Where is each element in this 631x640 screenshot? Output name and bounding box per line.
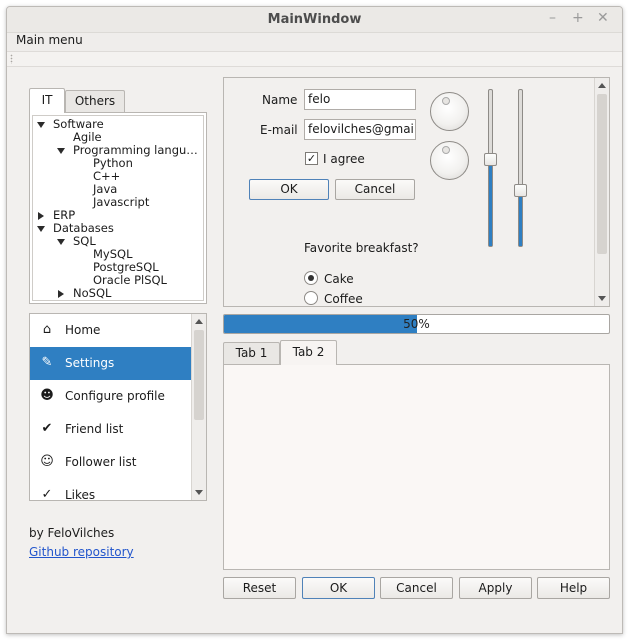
agree-label: I agree [323,152,365,166]
reset-button[interactable]: Reset [223,577,296,599]
tab-2-page [223,364,610,570]
maximize-button[interactable]: + [572,10,584,26]
tab-others[interactable]: Others [65,90,125,112]
cancel-button[interactable]: Cancel [380,577,453,599]
window-title: MainWindow [267,12,362,27]
expand-arrow-icon[interactable] [38,212,44,220]
tree-item[interactable]: Programming langu… [73,144,198,157]
list-item-label: Friend list [65,422,124,436]
wrench-icon: ✎ [41,355,53,370]
tree-view[interactable]: Software Agile Programming langu… Python C++… [32,115,204,301]
list-item-label: Home [65,323,101,337]
main-window: MainWindow – + ✕ Main menu IT Others Sof… [6,6,623,634]
vertical-slider-1[interactable] [484,89,497,247]
toolbar-grip-handle[interactable] [10,54,13,64]
scroll-up-arrow-icon[interactable] [598,83,606,88]
list-item-label: Likes [65,488,96,501]
dial-notch-icon [442,146,450,154]
scroll-down-arrow-icon[interactable] [598,296,606,301]
users-icon: ☺ [40,454,54,469]
category-tree: Software Agile Programming langu… Python C++… [29,112,207,304]
menu-main[interactable]: Main menu [16,33,83,47]
form-scroll-thumb[interactable] [597,94,607,254]
slider-1-fill [489,160,492,246]
list-item-label: Settings [65,356,115,370]
home-icon: ⌂ [42,322,52,337]
user-check-icon: ✔ [41,421,53,436]
slider-2-handle[interactable] [514,184,527,197]
dial-notch-icon [442,97,450,105]
slider-1-handle[interactable] [484,153,497,166]
list-item[interactable]: ✓ Likes [30,479,192,501]
radio-cake[interactable] [304,271,318,285]
nav-list-scrollbar[interactable] [191,314,206,500]
collapse-arrow-icon[interactable] [57,239,65,245]
form-panel-scrollbar[interactable] [594,78,609,306]
close-button[interactable]: ✕ [597,10,609,26]
list-item-label: Configure profile [65,389,165,403]
name-field[interactable]: felo [304,89,416,110]
list-item[interactable]: ☺ Follower list [30,446,192,479]
help-button[interactable]: Help [537,577,610,599]
list-item[interactable]: ⌂ Home [30,314,192,347]
progress-text: 50% [403,317,430,331]
radio-coffee-label: Coffee [324,292,363,306]
expand-arrow-icon[interactable] [58,290,64,298]
tree-item[interactable]: NoSQL [73,287,111,300]
name-label: Name [262,93,298,107]
scroll-up-arrow-icon[interactable] [195,319,203,324]
title-bar[interactable]: MainWindow – + ✕ [7,7,622,33]
apply-button[interactable]: Apply [459,577,532,599]
breakfast-question: Favorite breakfast? [304,241,419,255]
minimize-button[interactable]: – [549,10,556,26]
list-item[interactable]: ☻ Configure profile [30,380,192,413]
email-label: E-mail [260,123,298,137]
author-credits: by FeloVilches [29,526,115,540]
email-field[interactable]: felovilches@gmail.c [304,119,416,140]
user-cog-icon: ☻ [40,388,54,403]
collapse-arrow-icon[interactable] [37,122,45,128]
dial-knob-1[interactable] [430,92,469,131]
double-check-icon: ✓ [41,487,53,501]
slider-2-fill [519,191,522,246]
tab-1[interactable]: Tab 1 [223,342,280,364]
tree-item[interactable]: Javascript [93,196,149,209]
collapse-arrow-icon[interactable] [57,148,65,154]
radio-coffee[interactable] [304,291,318,305]
progress-bar: 50% [223,314,610,334]
github-link[interactable]: Github repository [29,545,134,559]
collapse-arrow-icon[interactable] [37,226,45,232]
toolbar [7,51,622,67]
radio-cake-label: Cake [324,272,354,286]
form-ok-button[interactable]: OK [249,179,329,200]
nav-list-scroll-thumb[interactable] [194,330,204,420]
form-panel: Name felo E-mail felovilches@gmail.c ✓ I… [223,77,610,307]
tab-2[interactable]: Tab 2 [280,340,337,365]
list-item[interactable]: ✎ Settings [30,347,192,380]
menu-bar: Main menu [7,33,622,51]
list-item[interactable]: ✔ Friend list [30,413,192,446]
tab-it[interactable]: IT [29,88,65,113]
agree-checkbox[interactable]: ✓ [305,152,318,165]
form-cancel-button[interactable]: Cancel [335,179,415,200]
ok-button[interactable]: OK [302,577,375,599]
scroll-down-arrow-icon[interactable] [195,490,203,495]
vertical-slider-2[interactable] [514,89,527,247]
nav-list[interactable]: ⌂ Home ✎ Settings ☻ Configure profile ✔ Friend … [29,313,207,501]
dial-knob-2[interactable] [430,141,469,180]
list-item-label: Follower list [65,455,137,469]
